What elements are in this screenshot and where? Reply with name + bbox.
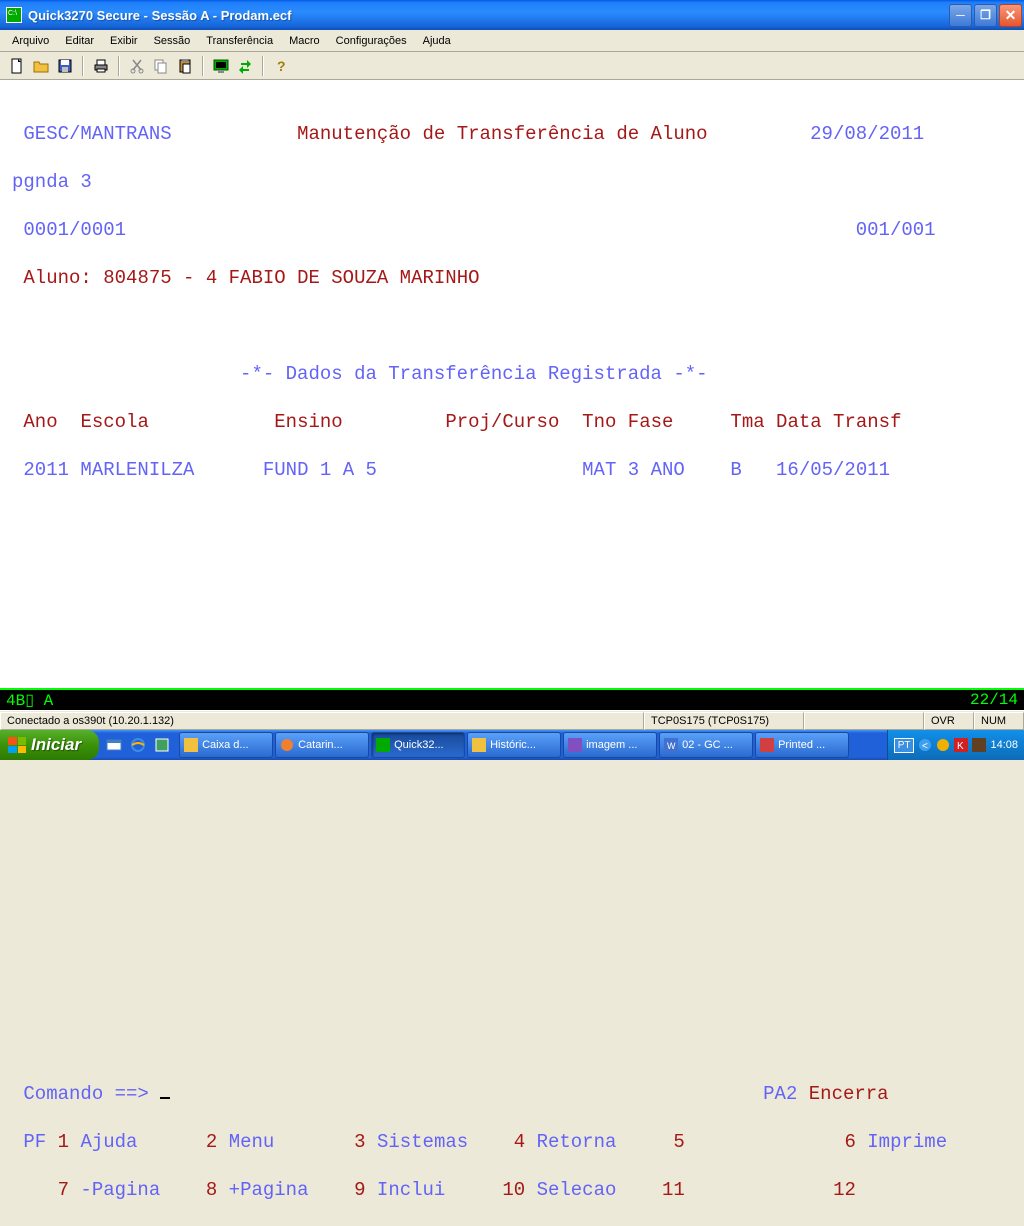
menu-transferencia[interactable]: Transferência — [198, 33, 281, 49]
menu-sessao[interactable]: Sessão — [146, 33, 199, 49]
menubar: Arquivo Editar Exibir Sessão Transferênc… — [0, 30, 1024, 52]
window-title: Quick3270 Secure - Sessão A - Prodam.ecf — [26, 8, 947, 23]
menu-editar[interactable]: Editar — [57, 33, 102, 49]
screen-title: Manutenção de Transferência de Aluno — [297, 123, 707, 145]
cursor — [160, 1097, 170, 1099]
restore-button[interactable]: ❐ — [974, 4, 997, 27]
table-row: 2011 MARLENILZA FUND 1 A 5 MAT 3 ANO B 1… — [12, 458, 1012, 482]
menu-exibir[interactable]: Exibir — [102, 33, 146, 49]
open-icon[interactable] — [30, 55, 52, 77]
prog-id: GESC/MANTRANS — [12, 123, 172, 145]
paste-icon[interactable] — [174, 55, 196, 77]
connect-icon[interactable] — [210, 55, 232, 77]
terminal-screen[interactable]: GESC/MANTRANS Manutenção de Transferênci… — [0, 80, 1024, 688]
table-header: Ano Escola Ensino Proj/Curso Tno Fase Tm… — [12, 410, 1012, 434]
pa2-label: PA2 — [763, 1083, 797, 1105]
copy-icon[interactable] — [150, 55, 172, 77]
svg-text:?: ? — [277, 58, 286, 74]
close-button[interactable]: ✕ — [999, 4, 1022, 27]
counter-right: 001/001 — [856, 219, 936, 241]
aluno-line: Aluno: 804875 - 4 FABIO DE SOUZA MARINHO — [12, 266, 1012, 290]
help-icon[interactable]: ? — [270, 55, 292, 77]
pf-row-2: 7 -Pagina 8 +Pagina 9 Inclui 10 Selecao … — [12, 1178, 1012, 1202]
new-icon[interactable] — [6, 55, 28, 77]
save-icon[interactable] — [54, 55, 76, 77]
app-icon — [6, 7, 22, 23]
command-prompt[interactable]: Comando ==> — [12, 1083, 170, 1105]
print-icon[interactable] — [90, 55, 112, 77]
counter-left: 0001/0001 — [12, 219, 126, 241]
menu-macro[interactable]: Macro — [281, 33, 328, 49]
cut-icon[interactable] — [126, 55, 148, 77]
page-line: pgnda 3 — [12, 170, 1012, 194]
toolbar: ? — [0, 52, 1024, 80]
menu-arquivo[interactable]: Arquivo — [4, 33, 57, 49]
screen-date: 29/08/2011 — [810, 123, 924, 145]
section-header: -*- Dados da Transferência Registrada -*… — [12, 362, 1012, 386]
encerra-label: Encerra — [809, 1083, 889, 1105]
menu-ajuda[interactable]: Ajuda — [415, 33, 459, 49]
menu-configuracoes[interactable]: Configurações — [328, 33, 415, 49]
titlebar: Quick3270 Secure - Sessão A - Prodam.ecf… — [0, 0, 1024, 30]
pf-row-1: PF 1 Ajuda 2 Menu 3 Sistemas 4 Retorna 5… — [12, 1130, 1012, 1154]
transfer-icon[interactable] — [234, 55, 256, 77]
minimize-button[interactable]: ─ — [949, 4, 972, 27]
